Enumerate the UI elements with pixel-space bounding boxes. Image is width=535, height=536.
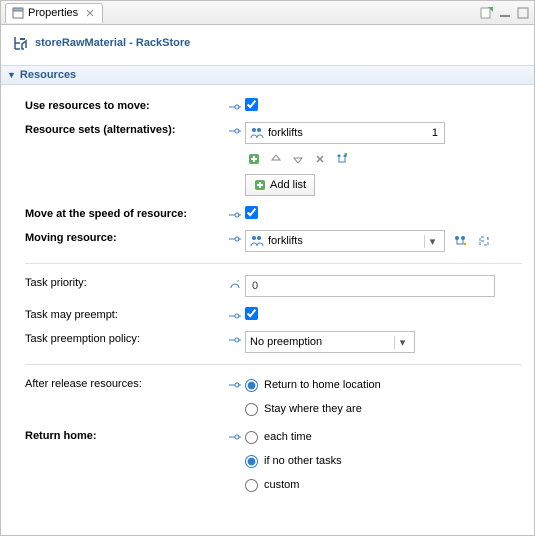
checkbox-move-at-speed[interactable] xyxy=(245,206,258,219)
radio-stay-label: Stay where they are xyxy=(264,403,362,415)
select-moving-resource[interactable]: forklifts ▾ xyxy=(245,230,445,252)
tabbar-controls xyxy=(480,6,530,20)
checkbox-task-may-preempt[interactable] xyxy=(245,307,258,320)
section-title: Resources xyxy=(20,69,76,81)
properties-tab[interactable]: Properties xyxy=(5,3,103,23)
mode-marker-icon[interactable] xyxy=(225,376,245,390)
radio-each-time[interactable] xyxy=(245,431,258,444)
label-moving-resource: Moving resource: xyxy=(25,230,225,244)
radio-custom[interactable] xyxy=(245,479,258,492)
mode-marker-icon[interactable] xyxy=(225,331,245,345)
view-menu-icon[interactable] xyxy=(480,6,494,20)
goto-resource-button[interactable] xyxy=(451,232,469,250)
block-type: RackStore xyxy=(136,37,190,49)
radio-if-no-tasks-label: if no other tasks xyxy=(264,455,342,467)
link-button[interactable] xyxy=(333,150,351,168)
maximize-icon[interactable] xyxy=(516,6,530,20)
label-return-home: Return home: xyxy=(25,428,225,442)
chevron-down-icon: ▼ xyxy=(7,70,16,80)
label-move-at-speed: Move at the speed of resource: xyxy=(25,206,225,220)
tabbar: Properties xyxy=(1,1,534,25)
mode-marker-icon[interactable] xyxy=(225,230,245,244)
add-list-button[interactable]: Add list xyxy=(245,174,315,196)
radio-custom-label: custom xyxy=(264,479,299,491)
chevron-down-icon: ▾ xyxy=(394,336,410,349)
mode-marker-icon[interactable] xyxy=(225,307,245,321)
block-name: storeRawMaterial xyxy=(35,37,126,49)
label-task-may-preempt: Task may preempt: xyxy=(25,307,225,321)
dynamic-marker-icon[interactable] xyxy=(225,275,245,291)
chevron-down-icon: ▾ xyxy=(424,235,440,248)
select-moving-resource-value: forklifts xyxy=(268,235,303,247)
label-resource-sets: Resource sets (alternatives): xyxy=(25,122,225,136)
label-after-release: After release resources: xyxy=(25,376,225,390)
block-title: storeRawMaterial - RackStore xyxy=(1,25,534,65)
radio-if-no-tasks[interactable] xyxy=(245,455,258,468)
checkbox-use-resources[interactable] xyxy=(245,98,258,111)
label-preemption-policy: Task preemption policy: xyxy=(25,331,225,345)
mode-marker-icon[interactable] xyxy=(225,428,245,442)
resource-set-toolbar xyxy=(245,150,522,168)
separator xyxy=(25,263,522,264)
properties-tab-icon xyxy=(12,7,24,19)
delete-button[interactable] xyxy=(311,150,329,168)
section-resources-header[interactable]: ▼ Resources xyxy=(1,65,534,85)
add-list-label: Add list xyxy=(270,179,306,191)
add-button[interactable] xyxy=(245,150,263,168)
input-task-priority-value: 0 xyxy=(252,280,258,292)
move-down-button[interactable] xyxy=(289,150,307,168)
mode-marker-icon[interactable] xyxy=(225,98,245,112)
move-up-button[interactable] xyxy=(267,150,285,168)
radio-return-home-label: Return to home location xyxy=(264,379,381,391)
people-icon xyxy=(250,127,264,139)
rackstore-icon xyxy=(13,35,29,51)
select-preemption-policy-value: No preemption xyxy=(250,336,322,348)
mode-marker-icon[interactable] xyxy=(225,206,245,220)
radio-stay[interactable] xyxy=(245,403,258,416)
radio-each-time-label: each time xyxy=(264,431,312,443)
section-resources-body: Use resources to move: Resource sets (al… xyxy=(1,85,534,507)
resource-set-row[interactable]: forklifts 1 xyxy=(245,122,445,144)
resource-set-name: forklifts xyxy=(268,127,418,139)
input-task-priority[interactable]: 0 xyxy=(245,275,495,297)
radio-return-home[interactable] xyxy=(245,379,258,392)
mode-marker-icon[interactable] xyxy=(225,122,245,136)
select-preemption-policy[interactable]: No preemption ▾ xyxy=(245,331,415,353)
label-task-priority: Task priority: xyxy=(25,275,225,289)
separator xyxy=(25,364,522,365)
create-resource-button[interactable] xyxy=(475,232,493,250)
label-use-resources: Use resources to move: xyxy=(25,98,225,112)
close-icon[interactable] xyxy=(84,7,96,19)
resource-set-qty: 1 xyxy=(418,127,440,139)
people-icon xyxy=(250,235,264,247)
minimize-icon[interactable] xyxy=(498,6,512,20)
properties-tab-label: Properties xyxy=(28,7,78,19)
